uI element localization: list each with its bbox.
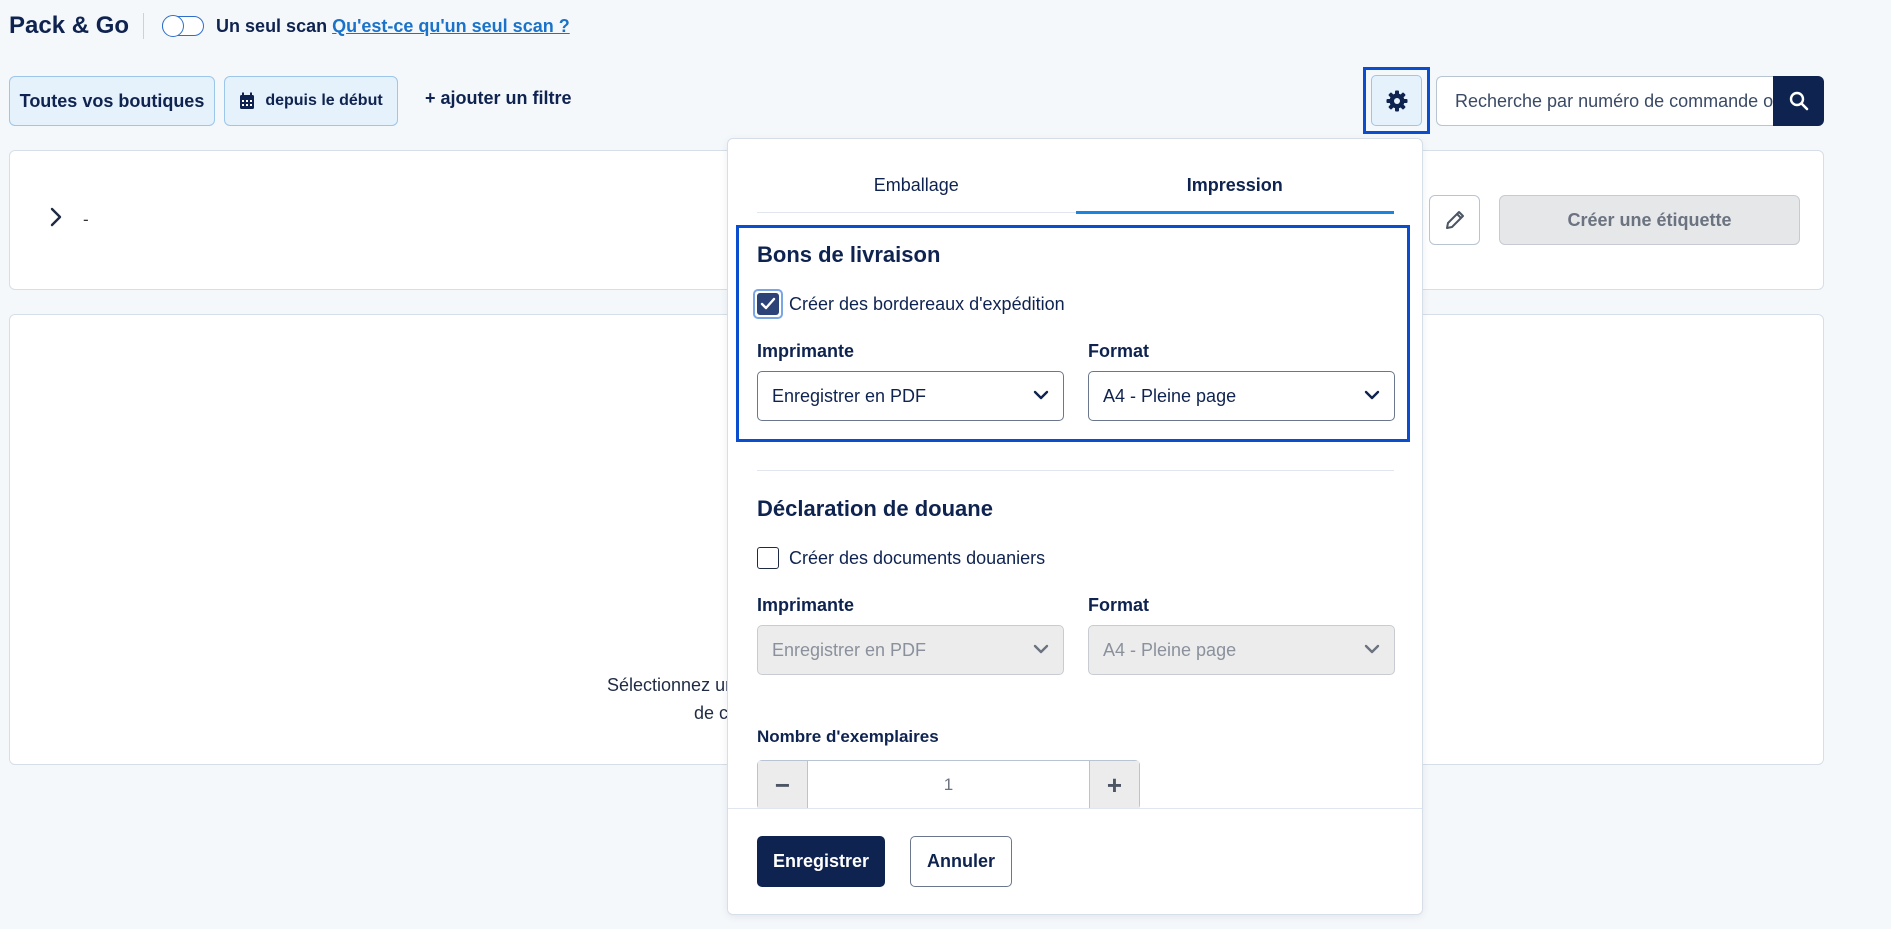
tab-emballage[interactable]: Emballage	[757, 159, 1076, 212]
customs-format-value: A4 - Pleine page	[1103, 639, 1237, 660]
chevron-down-icon	[1033, 390, 1049, 400]
delivery-format-value: A4 - Pleine page	[1103, 385, 1237, 406]
customs-format-select[interactable]: A4 - Pleine page	[1088, 625, 1395, 675]
settings-button[interactable]	[1371, 75, 1422, 126]
empty-state-text-line1: Sélectionnez ur	[607, 675, 732, 695]
delivery-notes-checkbox[interactable]	[757, 293, 779, 315]
pencil-icon	[1445, 211, 1464, 229]
single-scan-toggle[interactable]	[162, 15, 205, 37]
search-button[interactable]	[1773, 76, 1824, 126]
customs-checkbox-label: Créer des documents douaniers	[789, 548, 1046, 568]
page-header: Pack & Go Un seul scan Qu'est-ce qu'un s…	[0, 0, 1891, 52]
delivery-notes-title: Bons de livraison	[757, 242, 941, 267]
delivery-notes-checkbox-label: Créer des bordereaux d'expédition	[789, 294, 1065, 314]
panel-footer: Enregistrer Annuler	[728, 808, 1422, 914]
chevron-down-icon	[1364, 390, 1380, 400]
single-scan-label: Un seul scan	[216, 15, 328, 36]
chevron-down-icon	[1033, 644, 1049, 654]
header-divider	[143, 13, 145, 39]
create-label-button[interactable]: Créer une étiquette	[1499, 195, 1800, 245]
copies-stepper: − 1 +	[757, 760, 1140, 810]
copies-label: Nombre d'exemplaires	[757, 727, 939, 746]
customs-printer-value: Enregistrer en PDF	[772, 639, 927, 660]
toggle-knob	[162, 15, 185, 37]
add-filter-link[interactable]: + ajouter un filtre	[425, 88, 572, 109]
delivery-format-label: Format	[1088, 341, 1150, 361]
increment-button[interactable]: +	[1089, 761, 1139, 809]
calendar-icon	[240, 92, 255, 109]
settings-panel: Emballage Impression Bons de livraison C…	[727, 138, 1423, 915]
customs-printer-label: Imprimante	[757, 595, 855, 615]
tab-impression[interactable]: Impression	[1075, 159, 1395, 214]
settings-tabs: Emballage Impression	[757, 159, 1395, 214]
save-button[interactable]: Enregistrer	[757, 836, 885, 887]
cancel-button[interactable]: Annuler	[910, 836, 1012, 887]
delivery-printer-select[interactable]: Enregistrer en PDF	[757, 371, 1064, 421]
customs-format-label: Format	[1088, 595, 1150, 615]
edit-button[interactable]	[1429, 195, 1480, 245]
brand-title: Pack & Go	[9, 12, 130, 39]
decrement-button[interactable]: −	[758, 761, 808, 809]
delivery-format-select[interactable]: A4 - Pleine page	[1088, 371, 1395, 421]
shops-filter-button[interactable]: Toutes vos boutiques	[9, 76, 215, 126]
order-search-input[interactable]	[1436, 76, 1773, 126]
search-icon	[1789, 91, 1808, 111]
date-filter-button[interactable]: depuis le début	[224, 76, 398, 126]
single-scan-help-link[interactable]: Qu'est-ce qu'un seul scan ?	[332, 16, 570, 37]
delivery-printer-label: Imprimante	[757, 341, 855, 361]
date-filter-label: depuis le début	[265, 92, 383, 109]
customs-checkbox[interactable]	[757, 547, 779, 569]
section-divider	[757, 470, 1394, 471]
delivery-printer-value: Enregistrer en PDF	[772, 385, 927, 406]
check-icon	[760, 297, 776, 310]
chevron-down-icon	[1364, 644, 1380, 654]
customs-printer-select[interactable]: Enregistrer en PDF	[757, 625, 1064, 675]
customs-title: Déclaration de douane	[757, 496, 993, 521]
gear-icon	[1386, 90, 1407, 111]
order-value: -	[83, 210, 89, 229]
copies-value[interactable]: 1	[808, 761, 1089, 809]
chevron-right-icon[interactable]	[50, 207, 62, 227]
